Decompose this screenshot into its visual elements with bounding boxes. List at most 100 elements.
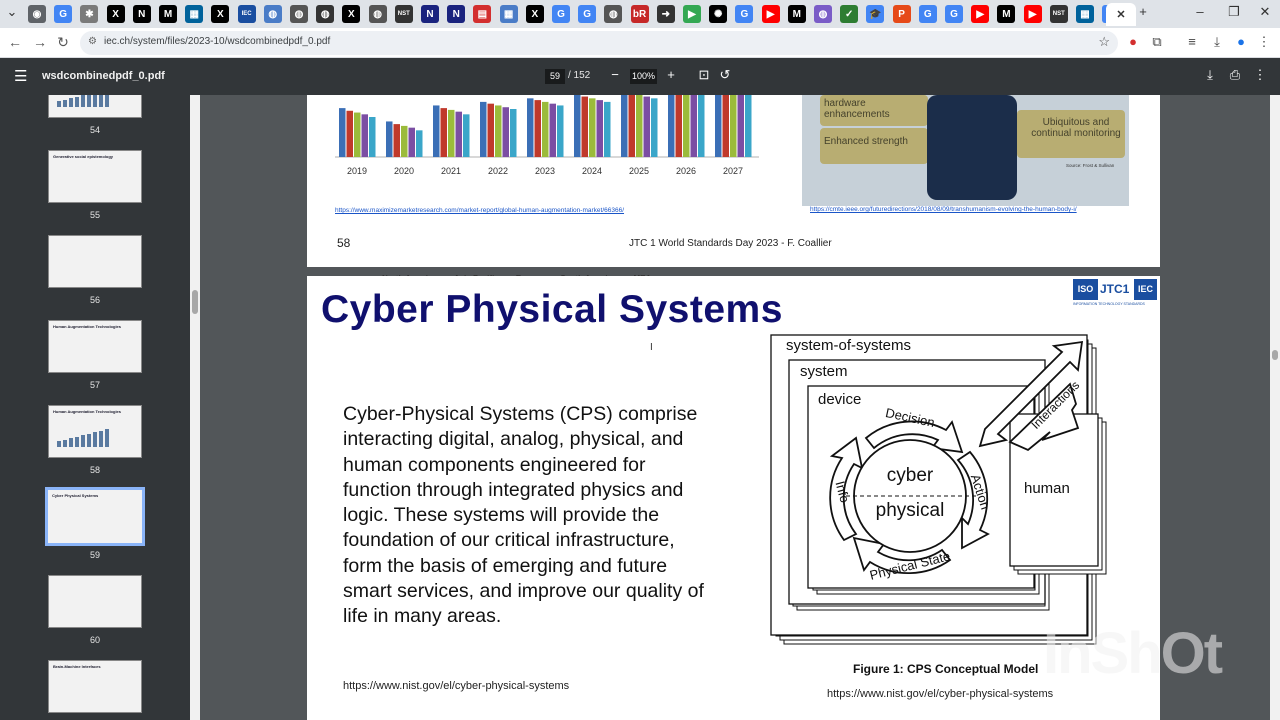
pdf-more-icon[interactable]: ⋮ [1251, 67, 1269, 83]
tab-notion-icon[interactable]: N [132, 5, 151, 23]
page-thumbnail[interactable] [48, 235, 142, 288]
bar-north-america [574, 95, 581, 157]
aug-strength-label: Enhanced strength [824, 136, 908, 147]
page-thumbnail[interactable]: Human Augmentation Technologies [48, 320, 142, 373]
page-thumbnail[interactable]: Cyber Physical Systems [45, 487, 145, 546]
page-thumbnail[interactable]: Human Augmentation Technologies [48, 405, 142, 458]
hamburger-menu-icon[interactable]: ☰ [14, 67, 27, 85]
tab-n-icon[interactable]: N [421, 5, 439, 23]
print-icon[interactable]: ⎙ [1226, 67, 1244, 83]
tab-grid-icon[interactable]: ▦ [499, 5, 518, 23]
tab-play-icon[interactable]: ▶ [683, 5, 701, 23]
page-thumbnail[interactable] [48, 575, 142, 628]
slide-body-text: Cyber-Physical Systems (CPS) comprise in… [343, 403, 704, 628]
tab-search-icon[interactable]: ⌄ [0, 4, 24, 20]
x-icon: X [531, 8, 539, 20]
tab-x-icon[interactable]: X [211, 5, 230, 23]
tab-youtube-icon[interactable]: ▶ [971, 5, 990, 23]
tab-medium-icon[interactable]: M [787, 5, 806, 23]
nist-url-text: https://www.nist.gov/el/cyber-physical-s… [343, 680, 570, 692]
thumbnail-chart [57, 95, 117, 107]
profile-avatar-icon[interactable]: ● [1232, 34, 1250, 49]
minimize-icon[interactable]: – [1188, 4, 1212, 19]
bar-south-america [737, 95, 744, 157]
tab-bookmark-icon[interactable]: ✓ [840, 5, 859, 23]
tab-medium-icon[interactable]: M [997, 5, 1016, 23]
tab-chrome-icon[interactable]: ◉ [28, 5, 46, 23]
nist-url-caption: https://www.nist.gov/el/cyber-physical-s… [827, 688, 1054, 700]
fit-page-icon[interactable]: ⊡ [695, 67, 713, 83]
zoom-input[interactable]: 100% [630, 69, 657, 84]
page-thumbnail[interactable] [48, 95, 142, 118]
market-research-link[interactable]: https://www.maximizemarketresearch.com/m… [335, 207, 624, 214]
tab-doc-icon[interactable]: ▤ [473, 5, 492, 23]
bar-europe [589, 98, 596, 157]
zoom-out-icon[interactable]: − [606, 67, 624, 82]
tab-arrow-icon[interactable]: ➜ [656, 5, 675, 23]
tab-openai-icon[interactable]: ✺ [709, 5, 728, 23]
tab-google-icon[interactable]: G [552, 5, 570, 23]
tab-ieee-icon[interactable]: ▦ [185, 5, 204, 23]
bar-asia-pacific [722, 95, 729, 157]
sidebar-scroll-thumb[interactable] [192, 290, 198, 314]
thumbnail-chart [57, 427, 117, 447]
tab-close-icon[interactable]: ✕ [1116, 8, 1125, 21]
new-tab-icon[interactable]: + [1131, 4, 1155, 19]
bookmark-star-icon[interactable]: ☆ [1098, 34, 1110, 50]
tab-globe-icon[interactable]: ◍ [814, 5, 832, 23]
rotate-icon[interactable]: ↺ [716, 67, 734, 83]
page-thumbnail[interactable]: Generative social epistemology [48, 150, 142, 203]
tab-youtube-icon[interactable]: ▶ [761, 5, 780, 23]
tab-x-icon[interactable]: X [342, 5, 361, 23]
download-icon[interactable]: ⤓ [1208, 34, 1226, 50]
close-window-icon[interactable]: ✕ [1253, 4, 1277, 20]
forward-icon[interactable]: → [30, 34, 50, 50]
tab-medium-icon[interactable]: M [159, 5, 177, 23]
tab-google-icon[interactable]: G [578, 5, 597, 23]
tab-nist-icon[interactable]: NST [394, 5, 413, 23]
tab-google-icon[interactable]: G [945, 5, 963, 23]
extensions-puzzle-icon[interactable]: ⧉ [1148, 34, 1166, 50]
tab-nist-icon[interactable]: NST [1049, 5, 1068, 23]
tab-globe-icon[interactable]: ◍ [263, 5, 282, 23]
page-number-input[interactable]: 59 [545, 69, 565, 84]
chrome-icon: ◉ [32, 8, 42, 20]
extension-icon[interactable]: ● [1124, 34, 1142, 49]
ieee-link[interactable]: https://cmte.ieee.org/futuredirections/2… [810, 206, 1080, 214]
sidebar-scrollbar[interactable] [190, 95, 200, 720]
media-controls-icon[interactable]: ≡ [1183, 34, 1201, 49]
x-icon: X [348, 8, 355, 20]
pdf-download-icon[interactable]: ⤓ [1201, 67, 1219, 83]
tab-x-icon[interactable]: X [525, 5, 544, 23]
restore-icon[interactable]: ❐ [1222, 4, 1246, 20]
address-bar[interactable]: ⚙ iec.ch/system/files/2023-10/wsdcombine… [80, 31, 1118, 55]
page-thumbnail[interactable]: Brain-Machine Interfaces [48, 660, 142, 713]
tab-scholar-icon[interactable]: 🎓 [866, 5, 885, 23]
tab-x-icon[interactable]: X [106, 5, 125, 23]
tab-ieee-icon[interactable]: ▦ [1076, 5, 1094, 23]
tab-google-icon[interactable]: G [54, 5, 73, 23]
chrome-menu-icon[interactable]: ⋮ [1255, 34, 1273, 50]
tab-youtube-icon[interactable]: ▶ [1023, 5, 1042, 23]
reload-icon[interactable]: ↻ [53, 34, 73, 51]
tab-globe-icon[interactable]: ◍ [368, 5, 387, 23]
tab-globe-icon[interactable]: ◍ [604, 5, 623, 23]
iso-logo: ISO [1073, 279, 1098, 300]
back-icon[interactable]: ← [5, 34, 25, 50]
tab-pdf-icon[interactable]: P [892, 5, 911, 23]
tab-google-icon[interactable]: G [735, 5, 754, 23]
pdf-toolbar: ☰ wsdcombinedpdf_0.pdf 59 / 152 − 100% +… [0, 58, 1280, 95]
bar-europe [683, 95, 690, 157]
tab-google-icon[interactable]: G [918, 5, 937, 23]
tab-globe-icon[interactable]: ◍ [316, 5, 335, 23]
tab-br-icon[interactable]: bR [630, 5, 649, 23]
viewer-scroll-thumb[interactable] [1272, 350, 1278, 360]
tab-globe-icon[interactable]: ◍ [290, 5, 308, 23]
tab-iec-icon[interactable]: IEC [237, 5, 256, 23]
viewer-scrollbar[interactable] [1270, 95, 1280, 720]
tab-n-icon[interactable]: N [447, 5, 466, 23]
zoom-in-icon[interactable]: + [662, 67, 680, 82]
site-info-icon[interactable]: ⚙ [88, 36, 97, 47]
thumbnail-bar [63, 99, 67, 107]
tab-settings-icon[interactable]: ✱ [80, 5, 99, 23]
